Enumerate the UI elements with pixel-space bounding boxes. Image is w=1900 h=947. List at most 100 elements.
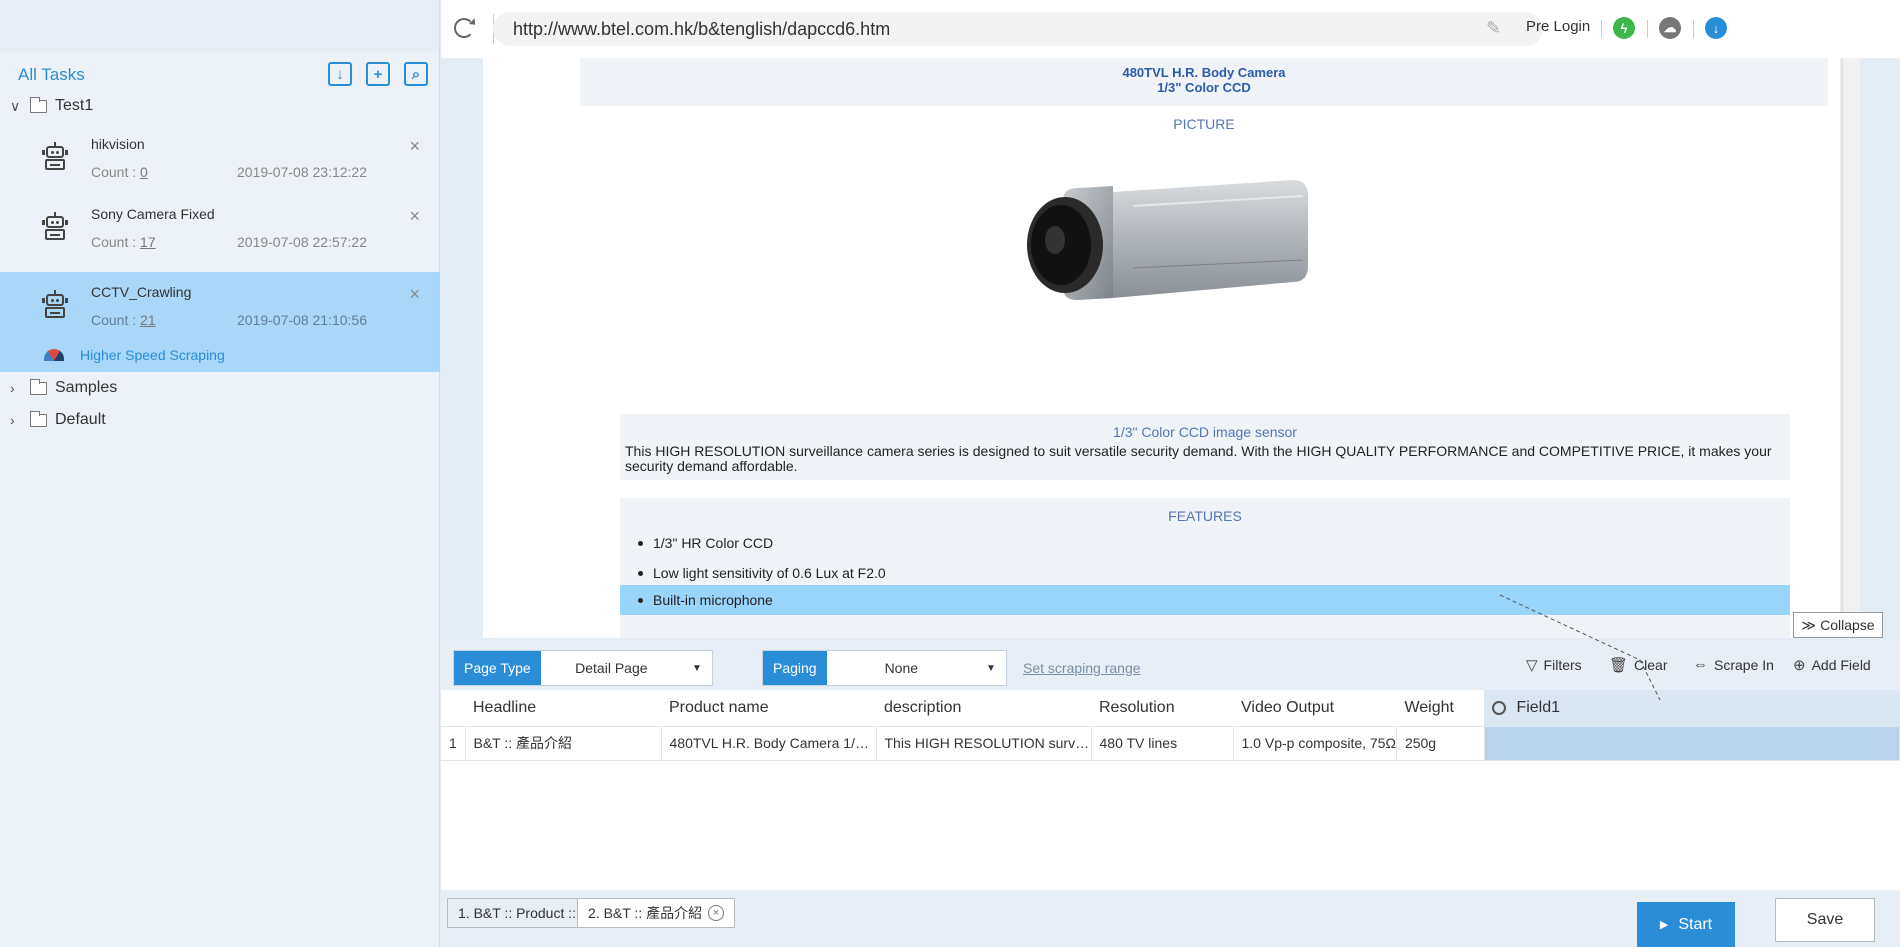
task-item-sony-camera-fixed[interactable]: Sony Camera Fixed Count : 17 2019-07-08 … bbox=[0, 194, 440, 260]
row-index: 1 bbox=[441, 726, 466, 761]
product-header[interactable]: 480TVL H.R. Body Camera 1/3" Color CCD bbox=[580, 58, 1828, 106]
picture-label[interactable]: PICTURE bbox=[580, 116, 1828, 132]
close-icon[interactable]: × bbox=[409, 284, 420, 305]
feature-item-selected[interactable]: Built-in microphone bbox=[620, 585, 1790, 615]
chevron-down-icon[interactable]: ∨ bbox=[10, 98, 26, 115]
page-type-tag: Page Type bbox=[454, 651, 541, 685]
right-strip bbox=[1860, 58, 1900, 638]
sensor-text[interactable]: This HIGH RESOLUTION surveillance camera… bbox=[620, 440, 1790, 474]
folder-label: Test1 bbox=[55, 97, 94, 114]
task-sidebar: All Tasks ↓ + ⌕ ∨ Test1 hikvision Count … bbox=[0, 0, 440, 947]
column-header[interactable]: Video Output bbox=[1233, 690, 1397, 727]
robot-icon bbox=[42, 212, 68, 242]
start-button[interactable]: ▶ Start bbox=[1637, 902, 1735, 947]
features-block[interactable]: FEATURES 1/3" HR Color CCD Low light sen… bbox=[620, 498, 1790, 638]
reload-icon[interactable] bbox=[454, 18, 474, 38]
page-canvas: 480TVL H.R. Body Camera 1/3" Color CCD P… bbox=[483, 58, 1840, 638]
scrape-in-button[interactable]: ⇔ Scrape In bbox=[1693, 656, 1774, 673]
column-header[interactable]: Headline bbox=[465, 690, 661, 727]
filters-button[interactable]: ▽ Filters bbox=[1526, 656, 1582, 674]
page-tab-active[interactable]: 2. B&T :: 產品介紹 × bbox=[577, 898, 736, 928]
table-cell[interactable]: 1.0 Vp-p composite, 75Ω bbox=[1233, 726, 1397, 761]
plus-circle-icon: ⊕ bbox=[1793, 657, 1806, 674]
column-header[interactable]: Weight bbox=[1396, 690, 1485, 727]
all-tasks-header: All Tasks ↓ + ⌕ bbox=[0, 58, 440, 92]
trash-icon: 🗑 bbox=[1609, 657, 1629, 674]
table-cell[interactable]: 480 TV lines bbox=[1091, 726, 1234, 761]
close-icon[interactable]: × bbox=[708, 905, 725, 921]
data-panel: Page Type Detail Page ▼ Paging None ▼ Se… bbox=[441, 642, 1900, 947]
task-count: Count : 17 bbox=[91, 234, 156, 250]
clear-button[interactable]: 🗑 Clear bbox=[1609, 656, 1668, 674]
filter-icon: ▽ bbox=[1526, 657, 1538, 674]
chevron-right-icon[interactable]: › bbox=[10, 412, 26, 428]
paging-value: None bbox=[884, 660, 919, 676]
sensor-caption[interactable]: 1/3" Color CCD image sensor bbox=[620, 414, 1790, 440]
speedometer-icon bbox=[44, 349, 64, 361]
table-cell[interactable]: 480TVL H.R. Body Camera 1/3" Col... bbox=[661, 726, 877, 761]
page-type-value: Detail Page bbox=[575, 660, 648, 676]
table-cell-field1[interactable] bbox=[1484, 726, 1900, 761]
higher-speed-scraping-row[interactable]: Higher Speed Scraping bbox=[0, 338, 440, 372]
column-header[interactable]: Product name bbox=[661, 690, 876, 727]
search-task-icon[interactable]: ⌕ bbox=[404, 62, 428, 86]
folder-icon bbox=[30, 96, 47, 113]
folder-test1[interactable]: ∨ Test1 bbox=[0, 92, 440, 120]
column-header[interactable]: description bbox=[876, 690, 1091, 727]
task-item-hikvision[interactable]: hikvision Count : 0 2019-07-08 23:12:22 … bbox=[0, 124, 440, 190]
page-scrollbar[interactable] bbox=[1842, 58, 1860, 638]
close-icon[interactable]: × bbox=[409, 136, 420, 157]
table-cell[interactable]: This HIGH RESOLUTION surveillan... bbox=[876, 726, 1092, 761]
add-task-icon[interactable]: + bbox=[366, 62, 390, 86]
divider bbox=[1601, 20, 1602, 38]
lightning-icon[interactable]: ϟ bbox=[1613, 17, 1635, 39]
caret-down-icon: ▼ bbox=[986, 662, 996, 674]
add-field-button[interactable]: ⊕ Add Field bbox=[1793, 656, 1871, 674]
url-input[interactable]: http://www.btel.com.hk/b&tenglish/dapccd… bbox=[493, 12, 1543, 46]
higher-speed-scraping-label: Higher Speed Scraping bbox=[80, 347, 225, 363]
column-header-field1[interactable]: Field1 bbox=[1484, 690, 1900, 727]
table-cell[interactable]: 250g bbox=[1396, 726, 1485, 761]
feature-item[interactable]: Low light sensitivity of 0.6 Lux at F2.0 bbox=[620, 558, 1790, 588]
task-count-link[interactable]: 17 bbox=[140, 234, 156, 250]
folder-samples[interactable]: › Samples bbox=[0, 374, 440, 402]
folder-default[interactable]: › Default bbox=[0, 406, 440, 434]
all-tasks-title[interactable]: All Tasks bbox=[18, 65, 85, 85]
sidebar-top-strip bbox=[0, 0, 439, 52]
save-button[interactable]: Save bbox=[1775, 898, 1875, 942]
paging-select[interactable]: Paging None ▼ bbox=[762, 650, 1007, 686]
bullet-icon bbox=[638, 540, 643, 546]
set-scraping-range-link[interactable]: Set scraping range bbox=[1023, 660, 1141, 676]
sensor-description-block[interactable]: 1/3" Color CCD image sensor This HIGH RE… bbox=[620, 414, 1790, 480]
task-item-cctv-crawling[interactable]: CCTV_Crawling Count : 21 2019-07-08 21:1… bbox=[0, 272, 440, 338]
product-subtitle[interactable]: 1/3" Color CCD bbox=[580, 80, 1828, 95]
paging-tag: Paging bbox=[763, 651, 827, 685]
collapse-button[interactable]: ≫ Collapse bbox=[1793, 612, 1883, 638]
page-type-select[interactable]: Page Type Detail Page ▼ bbox=[453, 650, 713, 686]
web-page-view: 480TVL H.R. Body Camera 1/3" Color CCD P… bbox=[441, 58, 1900, 638]
folder-label: Default bbox=[55, 411, 106, 428]
pencil-icon[interactable]: ✎ bbox=[1486, 18, 1501, 39]
panel-toolbar: Page Type Detail Page ▼ Paging None ▼ Se… bbox=[441, 642, 1900, 690]
table-row[interactable]: 1 B&T :: 產品介紹 480TVL H.R. Body Camera 1/… bbox=[441, 726, 1900, 761]
product-title[interactable]: 480TVL H.R. Body Camera bbox=[580, 58, 1828, 80]
task-date: 2019-07-08 23:12:22 bbox=[237, 164, 367, 180]
chevron-right-icon[interactable]: › bbox=[10, 380, 26, 396]
robot-icon bbox=[42, 142, 68, 172]
cloud-icon[interactable]: ☁ bbox=[1659, 17, 1681, 39]
task-count-link[interactable]: 21 bbox=[140, 312, 156, 328]
features-caption[interactable]: FEATURES bbox=[620, 498, 1790, 524]
feature-item[interactable]: 1/3" HR Color CCD bbox=[620, 528, 1790, 558]
download-icon[interactable]: ↓ bbox=[328, 62, 352, 86]
pre-login-button[interactable]: Pre Login bbox=[1526, 18, 1590, 35]
camera-product-image[interactable] bbox=[1003, 148, 1323, 318]
link-icon: ⇔ bbox=[1693, 656, 1708, 673]
index-column-header bbox=[441, 690, 465, 727]
task-count: Count : 0 bbox=[91, 164, 148, 180]
column-header[interactable]: Resolution bbox=[1091, 690, 1233, 727]
thermometer-icon[interactable]: ↓ bbox=[1705, 17, 1727, 39]
task-count-link[interactable]: 0 bbox=[140, 164, 148, 180]
table-cell[interactable]: B&T :: 產品介紹 bbox=[465, 726, 662, 761]
close-icon[interactable]: × bbox=[409, 206, 420, 227]
page-tab[interactable]: 1. B&T :: Product :: bbox=[447, 898, 588, 928]
